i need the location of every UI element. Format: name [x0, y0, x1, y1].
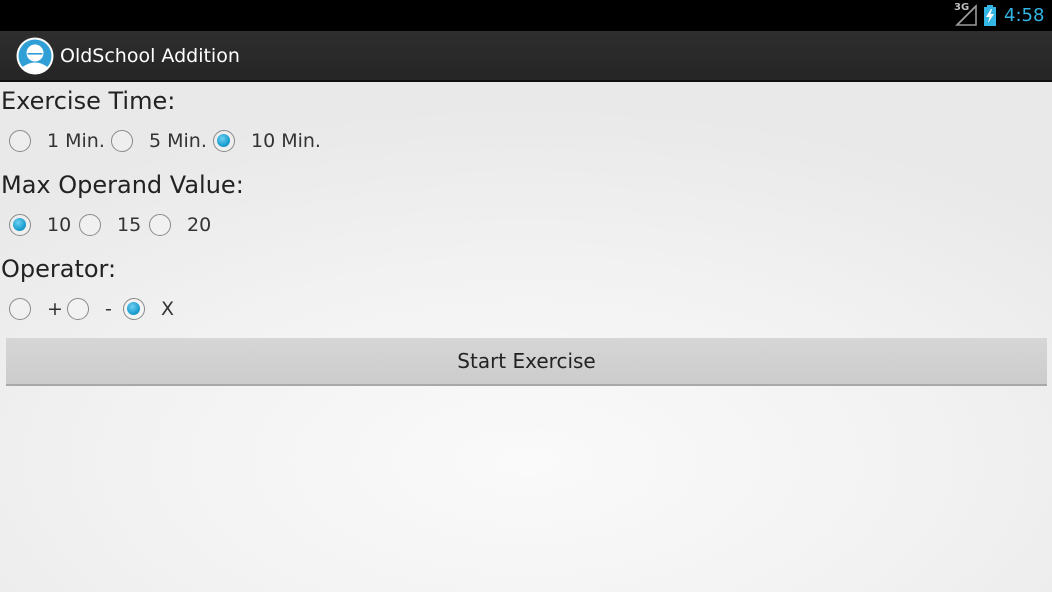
radio-max-operand-10[interactable]: [9, 214, 31, 236]
radio-label-minus[interactable]: -: [105, 298, 112, 320]
cell-signal-icon: [955, 4, 977, 26]
exercise-time-label: Exercise Time:: [1, 87, 176, 115]
radio-exercise-time-5-min[interactable]: [111, 130, 133, 152]
radio-label-5-min[interactable]: 5 Min.: [149, 130, 207, 152]
start-exercise-button[interactable]: Start Exercise: [6, 338, 1047, 386]
radio-operator-multiply[interactable]: [123, 298, 145, 320]
radio-label-plus[interactable]: +: [47, 298, 63, 320]
action-bar: OldSchool Addition: [0, 31, 1052, 82]
radio-label-10[interactable]: 10: [47, 214, 71, 236]
radio-label-20[interactable]: 20: [187, 214, 211, 236]
max-operand-label: Max Operand Value:: [1, 171, 244, 199]
app-title: OldSchool Addition: [60, 45, 240, 67]
battery-charging-icon: [984, 5, 996, 26]
radio-max-operand-15[interactable]: [79, 214, 101, 236]
radio-operator-minus[interactable]: [67, 298, 89, 320]
radio-exercise-time-1-min[interactable]: [9, 130, 31, 152]
radio-label-1-min[interactable]: 1 Min.: [47, 130, 105, 152]
radio-exercise-time-10-min[interactable]: [213, 130, 235, 152]
status-bar: 3G 4:58: [0, 0, 1052, 31]
clock-time: 4:58: [1004, 5, 1045, 26]
radio-label-multiply[interactable]: X: [161, 298, 174, 320]
radio-label-10-min[interactable]: 10 Min.: [251, 130, 321, 152]
radio-label-15[interactable]: 15: [117, 214, 141, 236]
app-face-icon[interactable]: [16, 37, 54, 75]
radio-max-operand-20[interactable]: [149, 214, 171, 236]
operator-label: Operator:: [1, 255, 117, 283]
radio-operator-plus[interactable]: [9, 298, 31, 320]
